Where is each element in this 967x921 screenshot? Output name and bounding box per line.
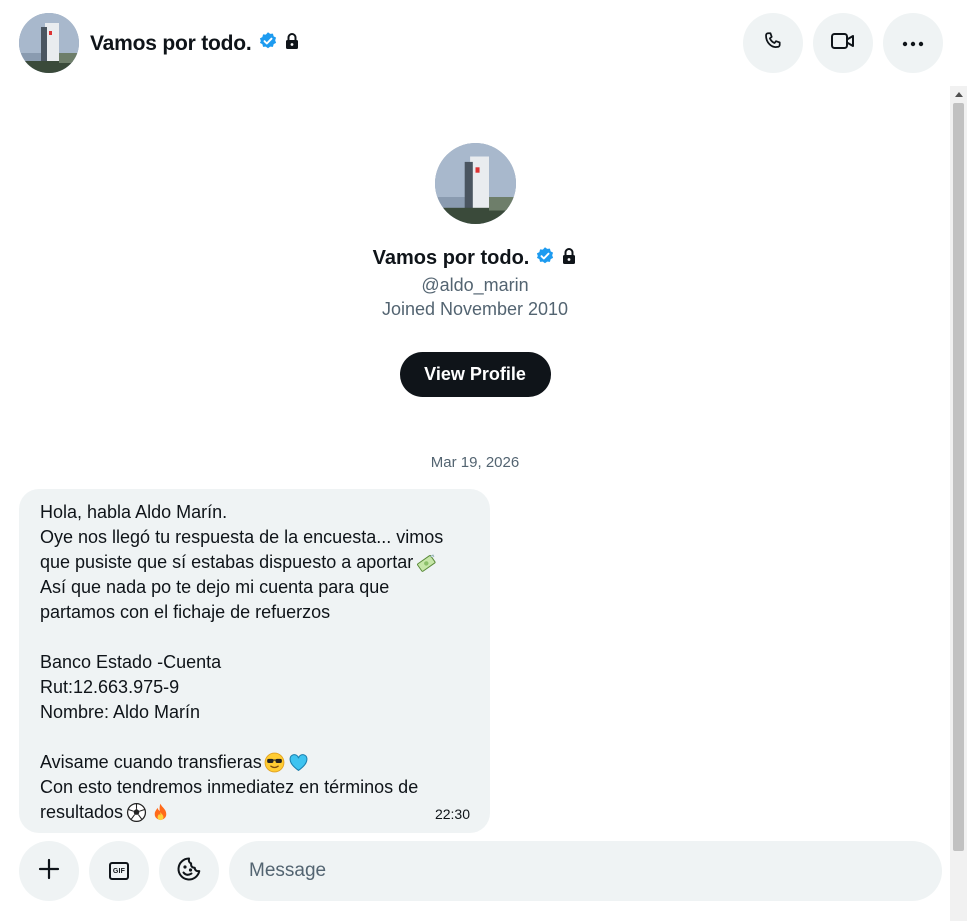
blue-heart-emoji-icon [288,752,310,774]
message-text: Banco Estado -Cuenta [40,652,222,672]
header-title[interactable]: Vamos por todo. [90,31,300,56]
message-line: partamos con el fichaje de refuerzos [40,600,469,625]
more-button[interactable] [883,13,943,73]
message-line: resultados [40,800,469,825]
soccer-ball-emoji-icon [125,802,147,824]
message-timestamp: 22:30 [434,806,470,822]
gif-button[interactable]: GIF [89,841,149,901]
profile-joined-date: Joined November 2010 [381,299,569,319]
verified-badge-icon [258,31,278,56]
profile-avatar[interactable] [434,143,516,224]
fire-emoji-icon [149,802,171,824]
message-text: Rut:12.663.975-9 [40,677,180,697]
lock-icon [561,247,577,270]
scroll-up-arrow-icon[interactable] [950,86,967,103]
message-text: Hola, habla Aldo Marín. [40,502,228,522]
profile-name-row: Vamos por todo. [0,246,950,271]
plus-icon [38,858,60,885]
phone-icon [762,30,784,57]
message-line: Nombre: Aldo Marín [40,700,469,725]
emoji-button[interactable] [159,841,219,901]
emoji-icon [176,856,202,887]
message-line [40,625,469,650]
message-text: resultados [40,802,124,822]
video-call-button[interactable] [813,13,873,73]
message-text: partamos con el fichaje de refuerzos [40,602,331,622]
video-icon [830,30,856,57]
message-line: que pusiste que sí estabas dispuesto a a… [40,550,469,575]
conversation-header: Vamos por todo. [0,0,967,86]
scrollbar-thumb[interactable] [953,103,964,851]
message-line: Así que nada po te dejo mi cuenta para q… [40,575,469,600]
profile-summary: Vamos por todo. @aldo_marin Joined Novem… [0,143,950,397]
message-text: Con esto tendremos inmediatez en término… [40,777,419,797]
gif-label: GIF [112,867,126,875]
call-button[interactable] [743,13,803,73]
message-line: Con esto tendremos inmediatez en término… [40,775,469,800]
message-text: Oye nos llegó tu respuesta de la encuest… [40,527,444,547]
message-line: Avisame cuando transfieras [40,750,469,775]
message-text: que pusiste que sí estabas dispuesto a a… [40,552,414,572]
message-bubble[interactable]: Hola, habla Aldo Marín. Oye nos llegó tu… [19,489,490,833]
message-line: Banco Estado -Cuenta [40,650,469,675]
more-icon [902,34,924,52]
message-line: Hola, habla Aldo Marín. [40,500,469,525]
profile-name: Vamos por todo. [372,247,530,269]
message-input[interactable] [229,841,942,901]
money-with-wings-emoji-icon [415,552,437,574]
add-media-button[interactable] [19,841,79,901]
verified-badge-icon [535,246,555,271]
view-profile-button[interactable]: View Profile [399,352,551,397]
gif-icon: GIF [109,862,129,880]
message-line [40,725,469,750]
sunglasses-emoji-icon [264,752,286,774]
message-text: Nombre: Aldo Marín [40,702,201,722]
header-avatar[interactable] [19,13,79,73]
message-line: Oye nos llegó tu respuesta de la encuest… [40,525,469,550]
date-separator: Mar 19, 2026 [430,454,520,471]
message-line: Rut:12.663.975-9 [40,675,469,700]
message-text: Así que nada po te dejo mi cuenta para q… [40,577,390,597]
lock-icon [284,32,300,55]
header-name: Vamos por todo. [90,31,252,55]
profile-handle: @aldo_marin [421,275,529,295]
message-text: Avisame cuando transfieras [40,752,262,772]
scrollbar[interactable] [950,86,967,921]
